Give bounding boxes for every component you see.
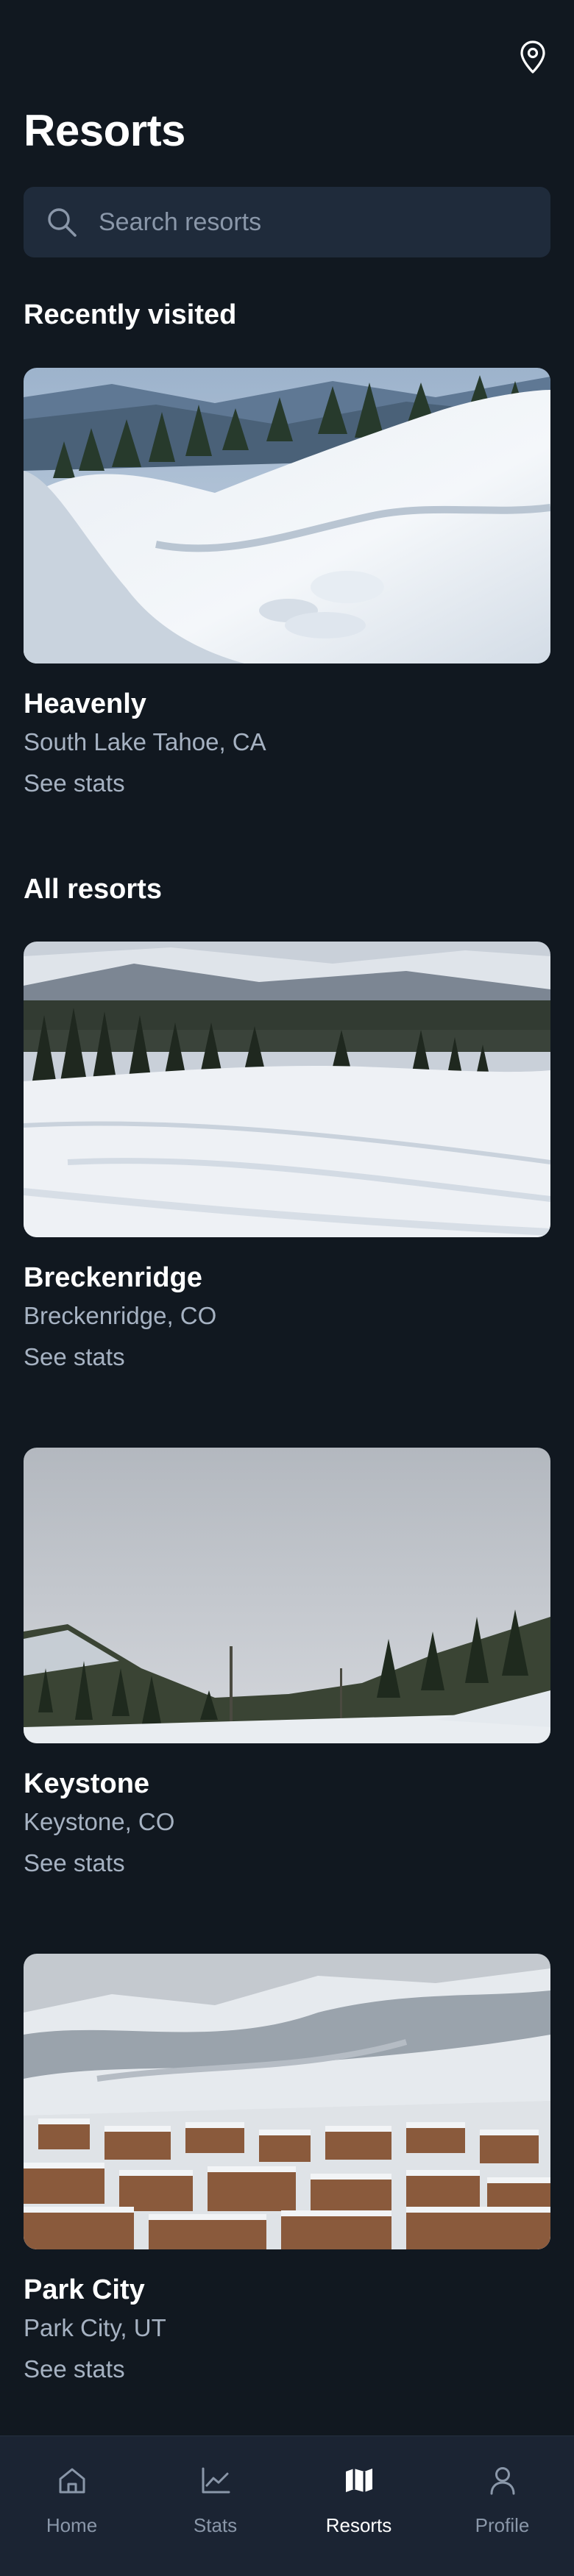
bottom-nav: Home Stats Resorts Profile [0, 2436, 574, 2576]
nav-item-resorts[interactable]: Resorts [287, 2436, 431, 2576]
nav-label: Profile [475, 2514, 530, 2536]
resort-photo [24, 368, 550, 663]
search-input[interactable] [99, 207, 511, 237]
nav-item-stats[interactable]: Stats [144, 2436, 287, 2576]
resort-card-keystone[interactable]: Keystone Keystone, CO See stats [24, 1448, 550, 1880]
resort-photo [24, 1448, 550, 1743]
user-icon [485, 2463, 520, 2498]
map-pin-icon [520, 40, 545, 74]
search-bar[interactable] [24, 187, 550, 257]
home-icon [54, 2463, 90, 2498]
search-icon [48, 208, 77, 237]
nav-label: Resorts [325, 2514, 392, 2536]
page-title: Resorts [24, 106, 185, 155]
chart-icon [198, 2463, 233, 2498]
nav-item-home[interactable]: Home [0, 2436, 144, 2576]
nav-label: Stats [193, 2514, 238, 2536]
resort-photo [24, 942, 550, 1237]
resort-photo [24, 1954, 550, 2249]
resort-name: Heavenly [24, 689, 146, 719]
resort-card-park-city[interactable]: Park City Park City, UT See stats [24, 1954, 550, 2386]
see-stats-link[interactable]: See stats [24, 766, 125, 800]
resort-location: Keystone, CO [24, 1808, 175, 1835]
resort-location: Park City, UT [24, 2314, 166, 2341]
resort-card-breckenridge[interactable]: Breckenridge Breckenridge, CO See stats [24, 942, 550, 1374]
all-resorts-heading: All resorts [24, 874, 162, 905]
recently-visited-heading: Recently visited [24, 299, 237, 330]
see-stats-link[interactable]: See stats [24, 2352, 125, 2386]
nav-label: Home [46, 2514, 98, 2536]
resort-name: Breckenridge [24, 1262, 202, 1293]
nav-item-profile[interactable]: Profile [431, 2436, 574, 2576]
see-stats-link[interactable]: See stats [24, 1846, 125, 1880]
resorts-screen: Resorts Recently visited [0, 0, 574, 2576]
location-button[interactable] [515, 38, 550, 77]
resort-card-heavenly[interactable]: Heavenly South Lake Tahoe, CA See stats [24, 368, 550, 800]
see-stats-link[interactable]: See stats [24, 1340, 125, 1374]
resort-name: Park City [24, 2274, 145, 2305]
resort-location: South Lake Tahoe, CA [24, 728, 266, 755]
map-icon [341, 2463, 377, 2498]
resort-location: Breckenridge, CO [24, 1302, 217, 1329]
resort-name: Keystone [24, 1768, 150, 1799]
